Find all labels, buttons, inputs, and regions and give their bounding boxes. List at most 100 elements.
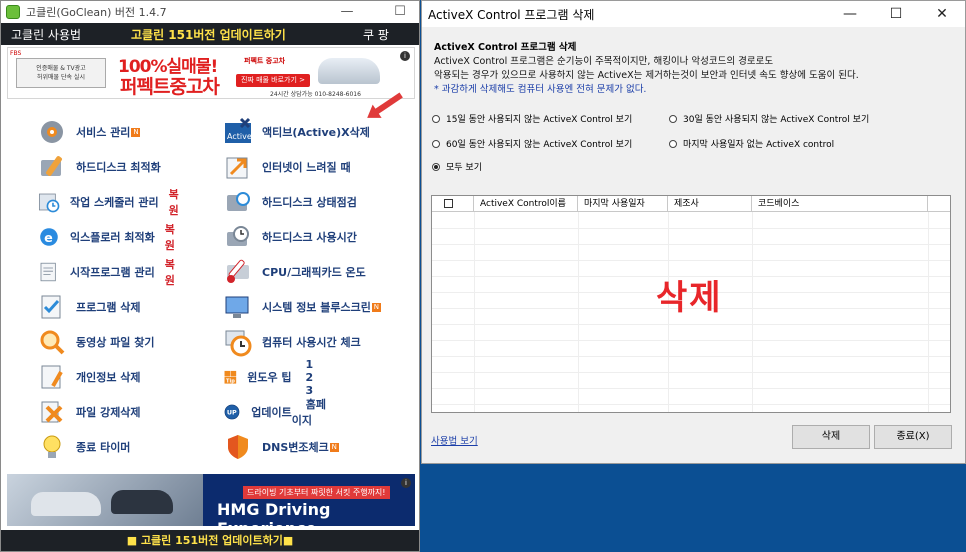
radio-dot[interactable] <box>432 114 440 123</box>
dialog-heading: ActiveX Control 프로그램 삭제 <box>434 42 577 53</box>
select-all-checkbox[interactable] <box>444 199 453 208</box>
tool-shutdown-timer[interactable]: 종료 타이머 <box>37 433 130 461</box>
shield-icon <box>228 435 248 459</box>
tool-ie-optimize[interactable]: e 익스플로러 최적화 복원 <box>37 221 181 253</box>
tool-label: 파일 강제삭제 <box>76 406 141 419</box>
ad-info-icon[interactable]: i <box>401 478 411 488</box>
radio-dot[interactable] <box>669 139 677 148</box>
tool-label: 익스플로러 최적화 <box>69 231 155 244</box>
tip-link-3[interactable]: 3 <box>306 384 314 397</box>
tool-disk-optimize[interactable]: 하드디스크 최적화 <box>37 153 161 181</box>
radio-label: 마지막 사용일자 없는 ActiveX control <box>683 140 835 150</box>
bottom-banner-ad[interactable]: 드라이빙 기초부터 짜릿한 서킷 주행까지! HMG Driving Exper… <box>7 474 415 526</box>
radio-dot-selected[interactable] <box>432 162 440 171</box>
tip-link-1[interactable]: 1 <box>306 358 314 371</box>
tool-disk-hours[interactable]: 하드디스크 사용시간 <box>223 223 357 251</box>
maximize-button[interactable]: ☐ <box>380 3 420 21</box>
tool-label: 하드디스크 사용시간 <box>262 231 357 244</box>
menu-coupang-link[interactable]: 쿠 팡 <box>363 26 389 43</box>
tool-label: 작업 스케줄러 관리 <box>69 196 159 209</box>
activex-list[interactable]: ActiveX Control이름 마지막 사용일자 제조사 코드베이스 삭제 <box>431 195 951 413</box>
disk-check-icon <box>227 192 250 211</box>
tool-update[interactable]: UP 업데이트 홈페이지 <box>223 398 327 427</box>
tip-icon-text: Tip <box>226 379 235 385</box>
tool-activex-delete[interactable]: Active 액티브(Active)X삭제 <box>223 117 370 146</box>
exit-button[interactable]: 종료(X) <box>874 425 952 449</box>
tool-force-delete[interactable]: 파일 강제삭제 <box>37 398 141 426</box>
tool-windows-tip[interactable]: Tip 윈도우 팁 1 2 3 <box>223 358 328 397</box>
menu-update-link[interactable]: 고클린 151버전 업데이트하기 <box>131 26 286 43</box>
radio-60-days[interactable]: 60일 동안 사용되지 않는 ActiveX Control 보기 <box>432 137 632 150</box>
tool-task-scheduler[interactable]: 작업 스케줄러 관리 복원 <box>37 186 185 218</box>
column-header[interactable]: 코드베이스 <box>752 196 928 212</box>
tool-privacy-delete[interactable]: 개인정보 삭제 <box>37 363 141 391</box>
tool-label: CPU/그래픽카드 온도 <box>262 266 366 279</box>
privacy-icon <box>41 365 63 389</box>
radio-label: 모두 보기 <box>446 163 482 173</box>
ad-car-photo <box>7 474 203 526</box>
ad-mark: FBS <box>10 50 22 57</box>
usage-guide-link[interactable]: 사용법 보기 <box>431 433 478 447</box>
radio-dot[interactable] <box>432 139 440 148</box>
tool-label: 윈도우 팁 <box>247 371 292 384</box>
radio-label: 30일 동안 사용되지 않는 ActiveX Control 보기 <box>683 115 870 125</box>
column-header[interactable]: 제조사 <box>668 196 752 212</box>
tool-disk-health[interactable]: 하드디스크 상태점검 <box>223 188 357 216</box>
tool-label: 컴퓨터 사용시간 체크 <box>262 336 361 349</box>
tool-label: 시스템 정보 블루스크린 <box>262 301 371 314</box>
footer-update-link[interactable]: ■ 고클린 151버전 업데이트하기■ <box>1 530 419 551</box>
tool-label: 액티브(Active)X삭제 <box>262 126 370 139</box>
scheduler-icon <box>38 193 60 213</box>
restore-link[interactable]: 복원 <box>165 221 181 253</box>
tip-link-2[interactable]: 2 <box>306 371 314 384</box>
radio-dot[interactable] <box>669 114 677 123</box>
radio-30-days[interactable]: 30일 동안 사용되지 않는 ActiveX Control 보기 <box>669 112 869 125</box>
delete-button[interactable]: 삭제 <box>792 425 870 449</box>
tool-program-uninstall[interactable]: 프로그램 삭제 <box>37 293 141 321</box>
tool-system-info[interactable]: 시스템 정보 블루스크린 N <box>223 293 381 321</box>
list-header: ActiveX Control이름 마지막 사용일자 제조사 코드베이스 <box>432 196 950 212</box>
wrench-icon <box>41 156 62 176</box>
tool-label: 업데이트 <box>251 406 292 419</box>
menu-usage-guide[interactable]: 고클린 사용법 <box>11 26 81 43</box>
ad-brand: 퍼펙트 중고차 <box>244 57 286 65</box>
ad-cta-button[interactable]: 진짜 매물 바로가기 > <box>236 74 310 87</box>
tool-video-search[interactable]: 동영상 파일 찾기 <box>37 328 155 356</box>
restore-link[interactable]: 복원 <box>169 186 185 218</box>
top-banner-ad[interactable]: FBS 인증매물 & TV광고 허위매물 단속 실시 100%실매물! 퍼펙트중… <box>7 47 415 99</box>
column-header[interactable]: 마지막 사용일자 <box>578 196 668 212</box>
ad-badge-line1: 인증매물 & TV광고 <box>36 65 86 72</box>
tool-startup-manager[interactable]: 시작프로그램 관리 복원 <box>37 256 181 288</box>
clock-icon <box>225 330 252 357</box>
close-button[interactable]: ✕ <box>919 1 965 27</box>
tool-usage-time[interactable]: 컴퓨터 사용시간 체크 <box>223 328 361 357</box>
monitor-icon <box>225 296 249 318</box>
arrow-up-icon <box>226 157 248 179</box>
dialog-note: * 과감하게 삭제해도 컴퓨터 사용엔 전혀 문제가 없다. <box>434 84 647 95</box>
column-header[interactable]: ActiveX Control이름 <box>474 196 578 212</box>
document-icon <box>40 262 56 282</box>
radio-15-days[interactable]: 15일 동안 사용되지 않는 ActiveX Control 보기 <box>432 112 632 125</box>
tool-label: 하드디스크 상태점검 <box>262 196 357 209</box>
goclean-titlebar: 고클린(GoClean) 버전 1.4.7 — ☐ <box>1 1 419 23</box>
radio-show-all[interactable]: 모두 보기 <box>432 160 482 173</box>
tool-dns-check[interactable]: DNS변조체크 N <box>223 433 339 461</box>
svg-text:e: e <box>44 231 53 246</box>
minimize-button[interactable]: — <box>827 1 873 27</box>
maximize-button[interactable]: ☐ <box>873 1 919 27</box>
ad-info-icon[interactable]: i <box>400 51 410 61</box>
restore-link[interactable]: 복원 <box>165 256 181 288</box>
tool-label: 인터넷이 느려질 때 <box>262 161 351 174</box>
radio-no-date[interactable]: 마지막 사용일자 없는 ActiveX control <box>669 137 834 150</box>
internet-explorer-icon: e <box>40 228 58 246</box>
tool-service-manager[interactable]: 서비스 관리 N <box>37 118 141 146</box>
tip-icon: Tip <box>224 370 237 385</box>
goclean-app-icon <box>6 5 20 19</box>
activex-icon: Active <box>225 117 252 143</box>
tool-internet-slow[interactable]: 인터넷이 느려질 때 <box>223 153 351 181</box>
activex-titlebar: ActiveX Control 프로그램 삭제 — ☐ ✕ <box>422 1 965 27</box>
ad-brandline: HMG Driving Experience <box>217 500 331 526</box>
minimize-button[interactable]: — <box>327 3 367 21</box>
homepage-link[interactable]: 홈페이지 <box>292 398 326 427</box>
tool-cpu-gpu-temp[interactable]: CPU/그래픽카드 온도 <box>223 258 366 286</box>
